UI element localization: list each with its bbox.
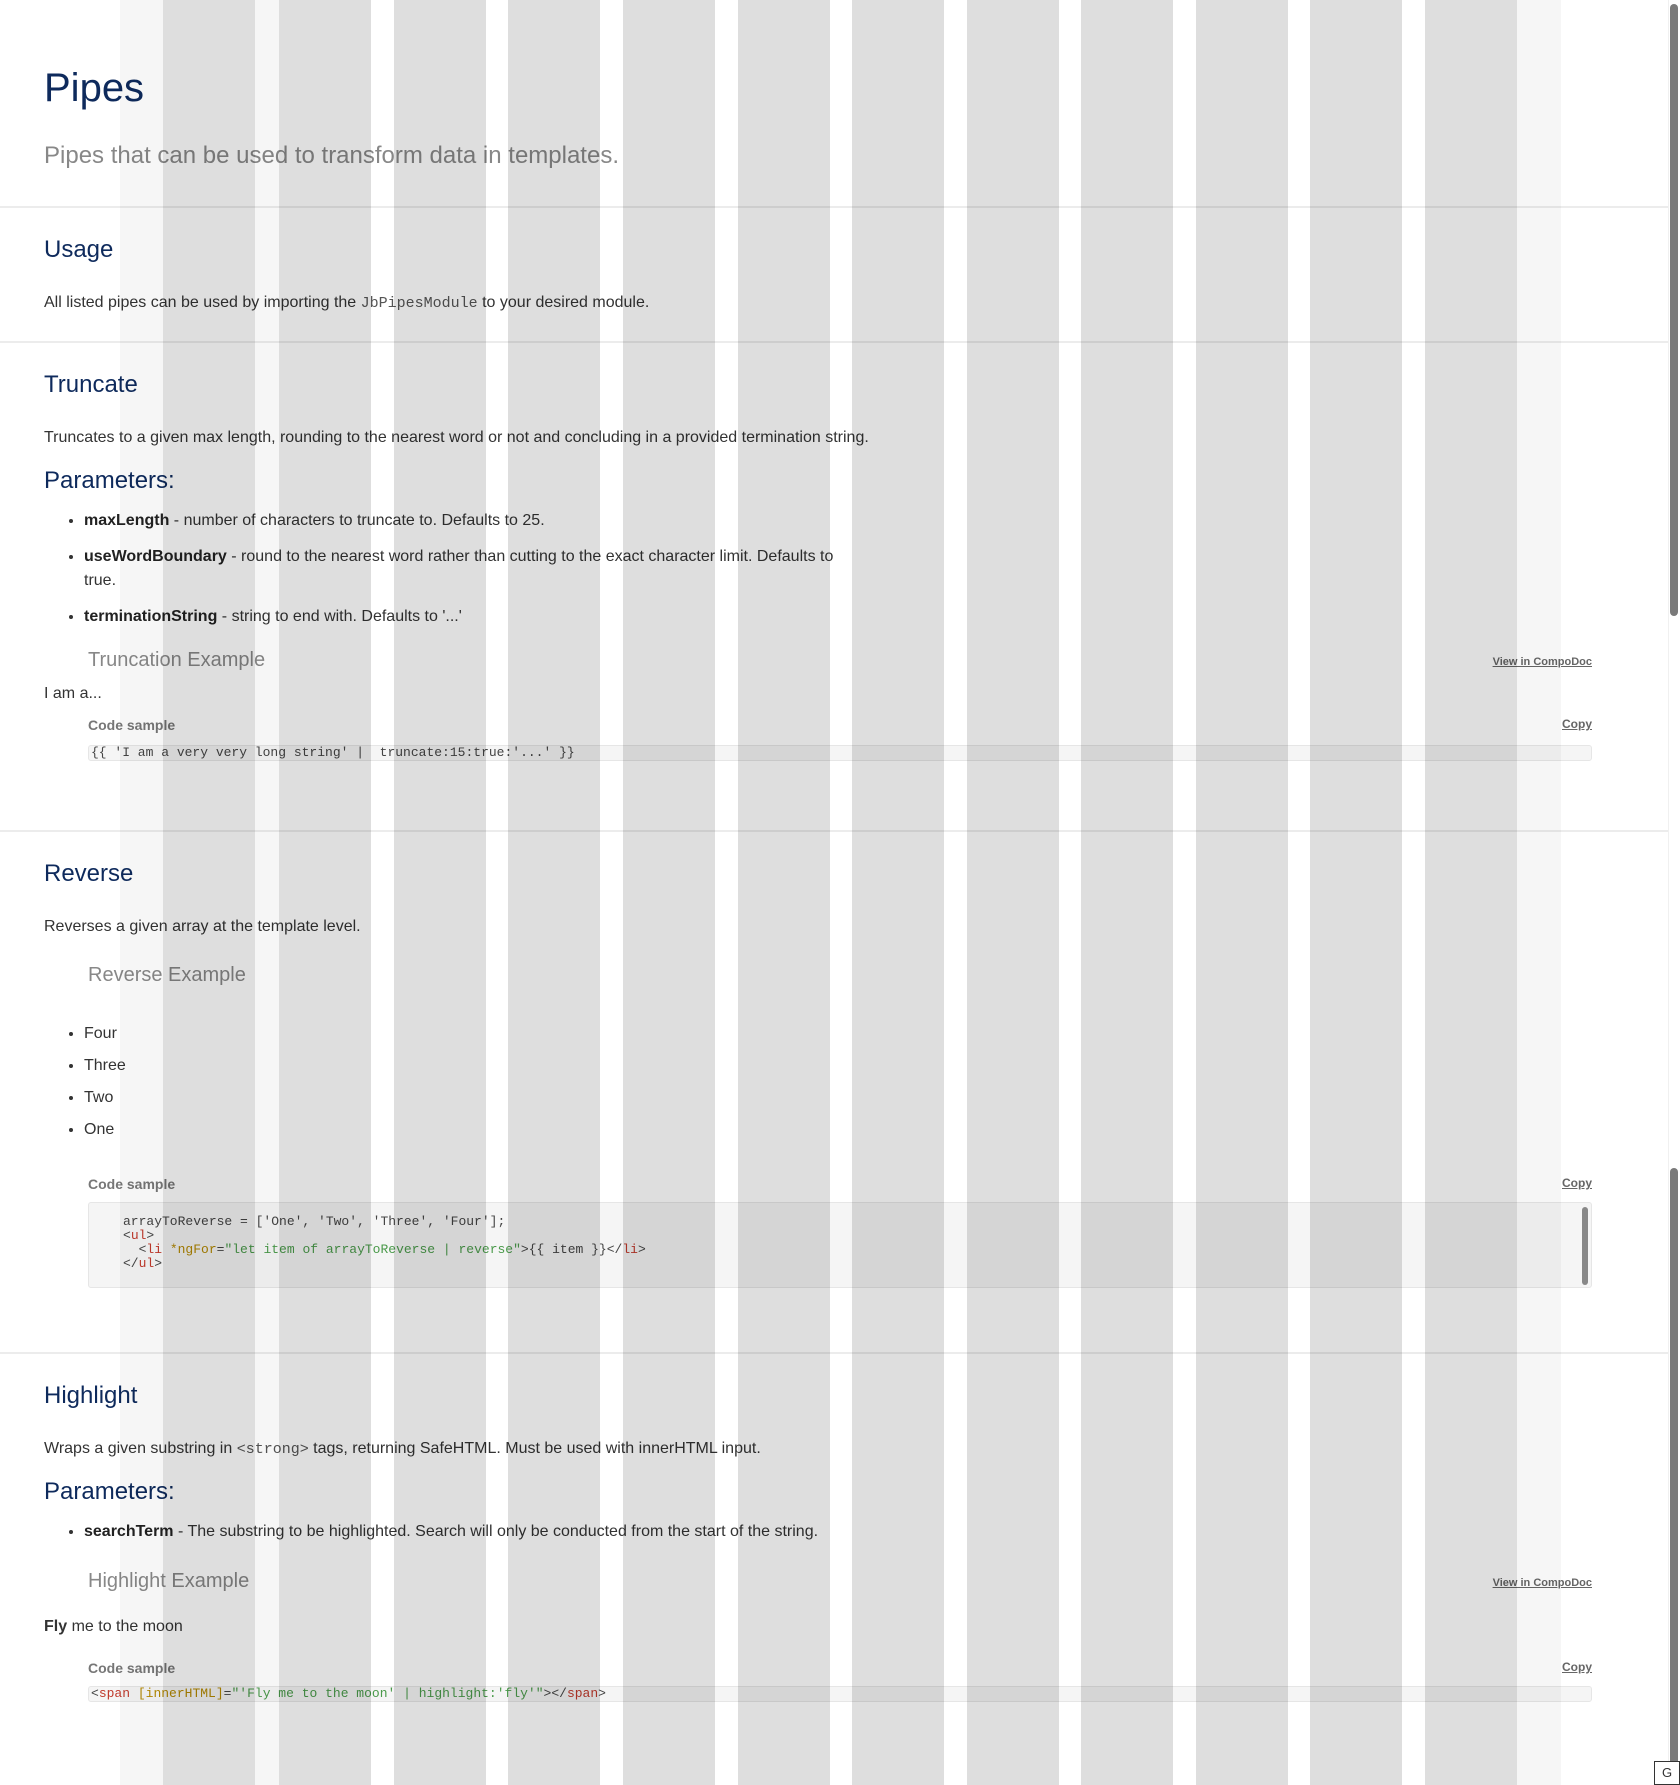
highlight-result-rest: me to the moon [67, 1618, 183, 1635]
truncate-copy-button[interactable]: Copy [1562, 717, 1592, 731]
code-string: "'Fly me to the moon' | highlight:'fly'" [231, 1686, 544, 1701]
code-tag: li [146, 1242, 163, 1257]
header-section: Pipes Pipes that can be used to transfor… [0, 0, 1668, 208]
usage-text-after: to your desired module. [477, 294, 650, 311]
highlight-result: Fly me to the moon [44, 1618, 183, 1636]
reverse-code-label: Code sample [88, 1176, 176, 1192]
highlight-result-bold: Fly [44, 1618, 68, 1635]
page-title: Pipes [44, 66, 145, 110]
param-desc: - string to end with. Defaults to '...' [217, 608, 462, 625]
highlight-example-title: Highlight Example [88, 1570, 250, 1592]
truncate-example-title: Truncation Example [88, 649, 266, 671]
highlight-copy-button[interactable]: Copy [1562, 1660, 1592, 1674]
highlight-section: Highlight Wraps a given substring in <st… [0, 1354, 1668, 1774]
list-item: Four [84, 1022, 126, 1054]
usage-code: JbPipesModule [360, 295, 478, 312]
highlight-params-title: Parameters: [44, 1478, 175, 1505]
page-scrollbar-thumb-top[interactable] [1670, 4, 1678, 616]
page-subtitle: Pipes that can be used to transform data… [44, 142, 619, 169]
truncate-params-list: maxLength - number of characters to trun… [84, 509, 844, 641]
usage-title: Usage [44, 236, 114, 263]
param-name: useWordBoundary [84, 548, 227, 565]
param-name: terminationString [84, 608, 218, 625]
param-name: searchTerm [84, 1523, 174, 1540]
code-attr: *ngFor [169, 1242, 217, 1257]
reverse-example-title: Reverse Example [88, 964, 246, 986]
reverse-copy-button[interactable]: Copy [1562, 1176, 1592, 1190]
list-item: terminationString - string to end with. … [84, 605, 844, 629]
param-desc: - number of characters to truncate to. D… [169, 512, 545, 529]
truncate-result: I am a... [44, 685, 102, 702]
highlight-code-label: Code sample [88, 1660, 176, 1676]
truncate-code-sample[interactable]: {{ 'I am a very very long string' | trun… [88, 745, 1592, 761]
truncate-params-title: Parameters: [44, 467, 175, 494]
highlight-description: Wraps a given substring in <strong> tags… [44, 1440, 761, 1458]
highlight-text-before: Wraps a given substring in [44, 1440, 237, 1457]
code-tag: ul [130, 1228, 147, 1243]
code-attr: [innerHTML] [137, 1686, 224, 1701]
truncate-view-compodoc-link[interactable]: View in CompoDoc [1493, 656, 1592, 668]
reverse-description: Reverses a given array at the template l… [44, 918, 361, 935]
list-item: maxLength - number of characters to trun… [84, 509, 844, 533]
list-item: useWordBoundary - round to the nearest w… [84, 545, 844, 593]
page-scrollbar-thumb-bottom[interactable] [1670, 1168, 1678, 1780]
list-item: searchTerm - The substring to be highlig… [84, 1520, 984, 1544]
code-line: arrayToReverse = ['One', 'Two', 'Three',… [123, 1214, 506, 1229]
highlight-title: Highlight [44, 1382, 138, 1409]
page-content: Pipes Pipes that can be used to transfor… [0, 0, 1668, 1774]
highlight-code: <strong> [236, 1441, 309, 1458]
highlight-text-after: tags, returning SafeHTML. Must be used w… [308, 1440, 761, 1457]
reverse-section: Reverse Reverses a given array at the te… [0, 832, 1668, 1354]
truncate-section: Truncate Truncates to a given max length… [0, 343, 1668, 832]
page-scrollbar[interactable] [1668, 0, 1680, 1785]
reverse-code-sample[interactable]: arrayToReverse = ['One', 'Two', 'Three',… [88, 1202, 1592, 1288]
param-desc: - The substring to be highlighted. Searc… [173, 1523, 819, 1540]
code-tag: span [566, 1686, 599, 1701]
list-item: Two [84, 1086, 126, 1118]
truncate-title: Truncate [44, 371, 138, 398]
list-item: Three [84, 1054, 126, 1086]
highlight-params-list: searchTerm - The substring to be highlig… [84, 1520, 984, 1556]
reverse-title: Reverse [44, 860, 134, 887]
corner-badge[interactable]: G [1654, 1761, 1680, 1785]
truncate-description: Truncates to a given max length, roundin… [44, 429, 869, 446]
usage-text: All listed pipes can be used by importin… [44, 294, 649, 312]
code-string: "let item of arrayToReverse | reverse" [224, 1242, 521, 1257]
param-name: maxLength [84, 512, 170, 529]
code-tag: ul [138, 1256, 155, 1271]
list-item: One [84, 1118, 126, 1150]
usage-text-before: All listed pipes can be used by importin… [44, 294, 361, 311]
reverse-result-list: Four Three Two One [84, 1022, 126, 1150]
usage-section: Usage All listed pipes can be used by im… [0, 208, 1668, 343]
highlight-view-compodoc-link[interactable]: View in CompoDoc [1493, 1577, 1592, 1589]
truncate-code-label: Code sample [88, 717, 176, 733]
code-tag: li [622, 1242, 638, 1257]
code-text: >{{ item }}</ [520, 1242, 623, 1257]
code-tag: span [98, 1686, 131, 1701]
highlight-code-sample[interactable]: <span [innerHTML]="'Fly me to the moon' … [88, 1686, 1592, 1702]
code-scrollbar[interactable] [1582, 1207, 1588, 1285]
